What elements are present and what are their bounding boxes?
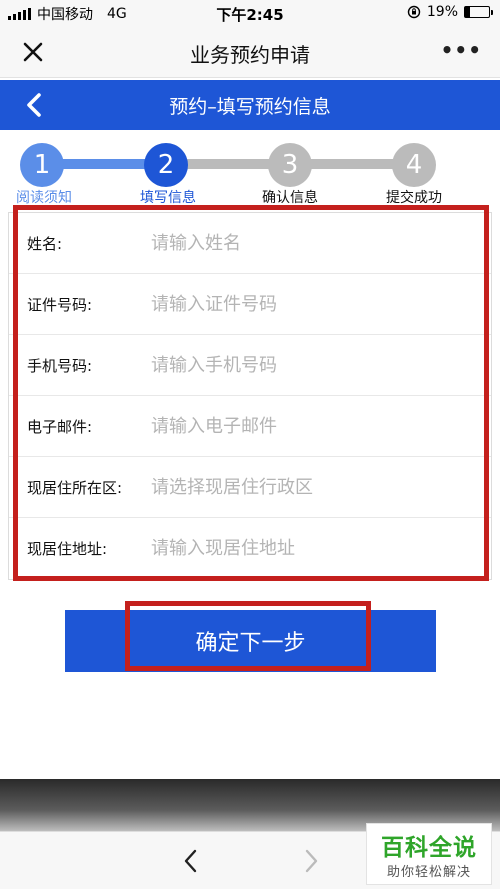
step-circle-1: 1 — [20, 143, 64, 187]
chevron-right-icon[interactable] — [298, 846, 324, 876]
step-circle-3: 3 — [268, 143, 312, 187]
battery-percent: 19% — [426, 4, 458, 20]
status-right: 19% — [407, 4, 493, 20]
watermark-logo: 百科全说 助你轻松解决 — [366, 823, 492, 885]
step-label-1: 阅读须知 — [16, 190, 72, 206]
step-circle-2: 2 — [144, 143, 188, 187]
watermark-title: 百科全说 — [381, 835, 477, 861]
battery-fill — [465, 7, 470, 17]
watermark-subtitle: 助你轻松解决 — [386, 865, 471, 880]
form-highlight-box — [13, 205, 489, 581]
page-title: 预约–填写预约信息 — [169, 96, 331, 118]
status-bar: 中国移动 4G 下午2:45 19% — [0, 0, 500, 26]
nav-header: 业务预约申请 ••• — [0, 26, 500, 78]
battery-icon — [464, 6, 493, 18]
step-label-4: 提交成功 — [386, 190, 442, 206]
page-header: 预约–填写预约信息 — [0, 80, 500, 130]
button-highlight-box — [125, 601, 371, 671]
step-label-3: 确认信息 — [262, 190, 318, 206]
progress-stepper: 1 2 3 4 阅读须知 填写信息 确认信息 提交成功 — [0, 130, 500, 210]
step-label-2: 填写信息 — [140, 190, 196, 206]
chevron-left-icon[interactable] — [178, 846, 204, 876]
more-dots-icon[interactable]: ••• — [441, 38, 482, 62]
rotation-lock-icon — [407, 5, 421, 19]
step-circle-4: 4 — [392, 143, 436, 187]
nav-title: 业务预约申请 — [190, 43, 310, 67]
